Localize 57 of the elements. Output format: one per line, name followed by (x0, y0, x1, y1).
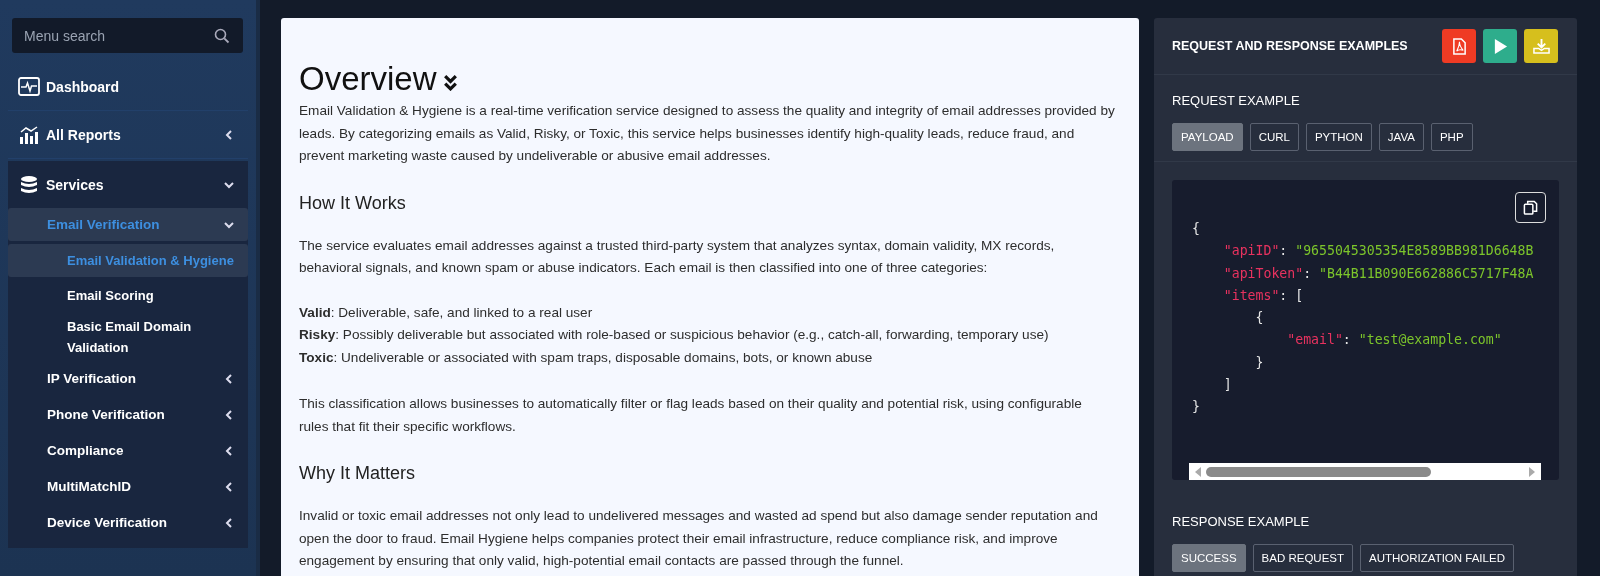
menu-item[interactable]: IP Verification (8, 362, 248, 395)
menu-search-field[interactable]: Menu search (12, 18, 243, 53)
menu-item[interactable]: Compliance (8, 434, 248, 467)
section-heading: REQUEST EXAMPLE (1172, 93, 1301, 108)
tab[interactable]: CURL (1249, 123, 1299, 151)
pdf-button[interactable] (1442, 29, 1476, 63)
bar-chart-icon (18, 124, 40, 145)
code-line: { (1254, 309, 1265, 328)
section-heading: How It Works (299, 191, 407, 215)
pulse-monitor-icon (18, 76, 40, 97)
menu-item[interactable]: Device Verification (8, 506, 248, 539)
copy-icon (1523, 200, 1538, 215)
code-line: } (1192, 398, 1201, 417)
play-icon (1492, 37, 1508, 55)
paragraph: This classification allows businesses to automatically filter or flag leads based on their quality and potential risk, using configurable rules that fit their specific workflows. (299, 395, 1083, 436)
section-heading: Why It Matters (299, 462, 416, 485)
run-button[interactable] (1483, 29, 1517, 63)
scroll-left-icon[interactable] (1194, 466, 1202, 477)
definition-line: Valid: Deliverable, safe, and linked to a real user (299, 303, 594, 322)
double-chevron-down-icon[interactable] (442, 73, 458, 91)
page-title: Overview (299, 59, 437, 99)
tab[interactable]: PYTHON (1305, 123, 1372, 151)
code-line: "apiToken": "B44B11B090E662886C5717F48A (1222, 264, 1535, 283)
code-line: } (1254, 353, 1265, 372)
database-icon (18, 174, 40, 195)
code-line: "apiID": "9655045305354E8589BB981D6648B (1222, 242, 1535, 261)
menu-item[interactable]: Dashboard (8, 63, 248, 111)
paragraph: Invalid or toxic email addresses not only lead to undelivered messages and wasted ad spend but also damage sender reputation and open the door to fraud. Email Hygiene helps companies protect their email infrastructure, reduce compliance risk, and improve engagement by ensuring that only valid, high-potential email contacts are passed through the funnel. (299, 507, 1099, 570)
code-line: { (1192, 220, 1201, 238)
menu-item[interactable]: Services (8, 161, 248, 208)
menu-item[interactable]: MultiMatchID (8, 470, 248, 503)
definition-line: Toxic: Undeliverable or associated with spam traps, disposable domains, bots, or known abuse (299, 348, 874, 367)
menu-item[interactable]: Email Scoring (8, 279, 248, 312)
tab[interactable]: PHP (1430, 123, 1473, 151)
scroll-right-icon[interactable] (1528, 466, 1536, 477)
horizontal-scrollbar[interactable] (1189, 463, 1541, 480)
menu-item[interactable]: All Reports (8, 111, 248, 159)
menu-item[interactable]: Phone Verification (8, 398, 248, 431)
tab[interactable]: PAYLOAD (1172, 123, 1243, 151)
tab[interactable]: AUTHORIZATION FAILED (1360, 544, 1514, 572)
section-heading: RESPONSE EXAMPLE (1172, 514, 1311, 529)
panel-title: REQUEST AND RESPONSE EXAMPLES (1172, 39, 1408, 53)
code-line: "items": [ (1222, 286, 1305, 305)
code-line: ] (1222, 376, 1233, 395)
pdf-file-icon (1451, 37, 1467, 55)
tab[interactable]: JAVA (1378, 123, 1424, 151)
code-line: "email": "test@example.com" (1286, 331, 1503, 350)
definition-line: Risky: Possibly deliverable but associated with role-based or suspicious behavior (e.g., catch-all, forwarding, temporary use) (299, 326, 1050, 344)
download-icon (1532, 37, 1550, 55)
intro-paragraph: Email Validation & Hygiene is a real-time verification service designed to assess the quality and integrity of email addresses provided by leads. By categorizing emails as Valid, Risky, or Toxic, this service helps businesses identify high-quality leads, reduce fraud, and prevent marketing waste caused by undeliverable or abusive email addresses. (299, 102, 1115, 165)
download-button[interactable] (1524, 29, 1558, 63)
paragraph: The service evaluates email addresses against a trusted third-party system that analyzes syntax, domain validity, MX records, behavioral signals, and known spam or abuse indicators. Each email is then classified into one of three categories: (299, 236, 1056, 277)
tab[interactable]: BAD REQUEST (1252, 544, 1354, 572)
tab[interactable]: SUCCESS (1172, 544, 1246, 572)
menu-item[interactable]: Basic Email Domain Validation (8, 314, 248, 360)
search-icon (214, 28, 230, 44)
copy-button[interactable] (1515, 192, 1546, 223)
